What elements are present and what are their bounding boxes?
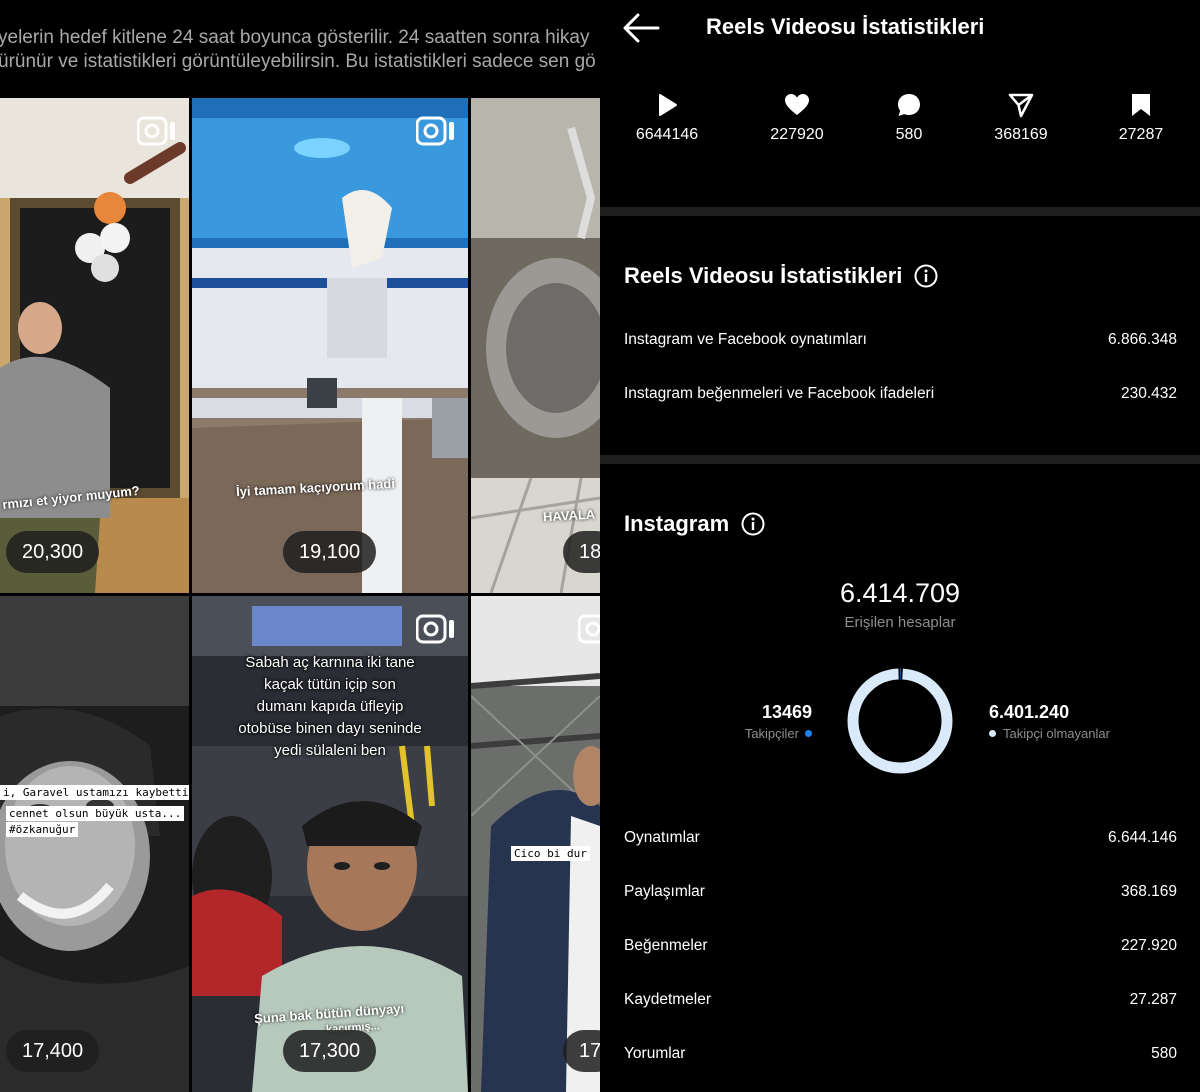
stat-label: Beğenmeler (624, 937, 708, 954)
section-divider (600, 207, 1200, 216)
followers-dot (805, 730, 812, 737)
likes-metric: 227920 (742, 92, 852, 144)
reel-caption-line: cennet olsun büyük usta... (6, 806, 185, 821)
reel-tile[interactable]: Cico bi dur 17 (471, 596, 600, 1092)
followers-legend: Takipçiler (745, 726, 812, 741)
stat-label: Instagram beğenmeleri ve Facebook ifadel… (624, 385, 935, 402)
non-followers-value: 6.401.240 (989, 702, 1070, 722)
reel-thumbnail (192, 98, 468, 593)
reel-view-count: 17,400 (6, 1030, 100, 1072)
back-arrow-icon[interactable] (622, 12, 660, 44)
reels-grid: rmızı et yiyor muyum? 20,300 İyi tamam k… (0, 98, 600, 1092)
reel-view-count: 20,300 (6, 531, 100, 573)
reel-caption-line: #özkanuğur (6, 822, 79, 837)
comment-icon (898, 94, 920, 116)
instagram-title-text: Instagram (624, 511, 730, 536)
reels-grid-panel: yelerin hedef kitlene 24 saat boyunca gö… (0, 0, 600, 1092)
stat-row: Paylaşımlar 368.169 (624, 883, 1177, 907)
stat-value: 27.287 (1129, 991, 1177, 1008)
instagram-section-title: Instagram (624, 511, 765, 537)
stat-value: 368.169 (1120, 883, 1177, 900)
info-text-line-2: ürünür ve istatistikleri görüntüleyebili… (0, 51, 596, 72)
stat-row: Instagram beğenmeleri ve Facebook ifadel… (624, 385, 1177, 409)
reel-tile[interactable]: i, Garavel ustamızı kaybettik... cennet … (0, 596, 189, 1092)
accounts-reached-value: 6.414.709 (839, 578, 961, 608)
reel-stats-title-text: Reels Videosu İstatistikleri (624, 263, 903, 288)
section-divider (600, 455, 1200, 464)
likes-count: 227920 (770, 126, 824, 143)
overlay-line: dumanı kapıda üfleyip (256, 698, 404, 715)
stat-row: Yorumlar 580 (624, 1045, 1177, 1069)
overlay-line: Sabah aç karnına iki tane (245, 654, 415, 671)
stories-info-text: yelerin hedef kitlene 24 saat boyunca gö… (0, 26, 600, 74)
top-bar: Reels Videosu İstatistikleri (600, 0, 1200, 56)
non-followers-label: Takipçi olmayanlar (1003, 726, 1110, 741)
shares-count: 368169 (994, 126, 1048, 143)
reel-overlay-text: Sabah aç karnına iki tane kaçak tütün iç… (192, 652, 468, 762)
saves-metric: 27287 (1086, 92, 1196, 144)
reel-view-count: 17,300 (283, 1030, 377, 1072)
stat-row: Kaydetmeler 27.287 (624, 991, 1177, 1015)
reel-view-count: 18 (563, 531, 600, 573)
followers-label: Takipçiler (744, 726, 799, 741)
stat-row: Oynatımlar 6.644.146 (624, 829, 1177, 853)
non-followers-dot (989, 730, 996, 737)
stat-label: Oynatımlar (624, 829, 700, 846)
overlay-line: yedi sülaleni ben (274, 742, 386, 759)
stat-label: Paylaşımlar (624, 883, 705, 900)
stat-row: Instagram ve Facebook oynatımları 6.866.… (624, 331, 1177, 355)
overlay-line: kaçak tütün içip son (264, 676, 396, 693)
reel-thumbnail (0, 596, 189, 1092)
play-icon (659, 94, 677, 116)
reel-view-count: 17 (563, 1030, 600, 1072)
reel-thumbnail (471, 596, 600, 1092)
reel-tile[interactable]: İyi tamam kaçıyorum hadi 19,100 (192, 98, 468, 593)
bookmark-icon (1132, 94, 1150, 116)
reel-tile[interactable]: Sabah aç karnına iki tane kaçak tütün iç… (192, 596, 468, 1092)
stat-row: Beğenmeler 227.920 (624, 937, 1177, 961)
non-followers-legend: Takipçi olmayanlar (989, 726, 1110, 741)
comments-count: 580 (895, 126, 923, 143)
reel-icon (137, 116, 175, 146)
reel-tile[interactable]: rmızı et yiyor muyum? 20,300 (0, 98, 189, 593)
info-text-line-1: yelerin hedef kitlene 24 saat boyunca gö… (0, 27, 590, 48)
stat-value: 230.432 (1120, 385, 1177, 402)
reel-icon (416, 614, 454, 644)
page-title: Reels Videosu İstatistikleri (706, 14, 985, 39)
reel-thumbnail (0, 98, 189, 593)
stat-label: Kaydetmeler (624, 991, 712, 1008)
stat-label: Instagram ve Facebook oynatımları (624, 331, 867, 348)
accounts-reached-label: Erişilen hesaplar (844, 614, 956, 631)
reel-stats-section-title: Reels Videosu İstatistikleri (624, 263, 938, 289)
reel-view-count: 19,100 (283, 531, 377, 573)
info-icon[interactable] (914, 264, 938, 288)
stat-value: 580 (1151, 1045, 1177, 1062)
stat-value: 6.866.348 (1108, 331, 1177, 348)
reel-caption: HAVALA (542, 506, 596, 525)
saves-count: 27287 (1118, 126, 1164, 143)
share-icon (1008, 93, 1034, 118)
reel-caption-line: i, Garavel ustamızı kaybettik... (0, 785, 189, 800)
info-icon[interactable] (741, 512, 765, 536)
heart-icon (785, 94, 809, 115)
metrics-row: 6644146 227920 580 368169 27287 (600, 92, 1200, 152)
plays-metric: 6644146 (612, 92, 722, 144)
reel-icon (578, 614, 600, 644)
reel-insights-panel: Reels Videosu İstatistikleri 6644146 227… (600, 0, 1200, 1092)
comments-metric: 580 (854, 92, 964, 144)
reel-icon (416, 116, 454, 146)
stat-value: 6.644.146 (1108, 829, 1177, 846)
reach-donut-chart (847, 668, 953, 774)
followers-value: 13469 (761, 702, 812, 722)
reel-caption: Cico bi dur (511, 846, 590, 861)
stat-label: Yorumlar (624, 1045, 686, 1062)
overlay-line: otobüse binen dayı seninde (238, 720, 422, 737)
shares-metric: 368169 (966, 92, 1076, 144)
stat-value: 227.920 (1120, 937, 1177, 954)
plays-count: 6644146 (635, 126, 699, 143)
reel-tile[interactable]: HAVALA 18 (471, 98, 600, 593)
donut-non-followers-arc (847, 668, 953, 774)
